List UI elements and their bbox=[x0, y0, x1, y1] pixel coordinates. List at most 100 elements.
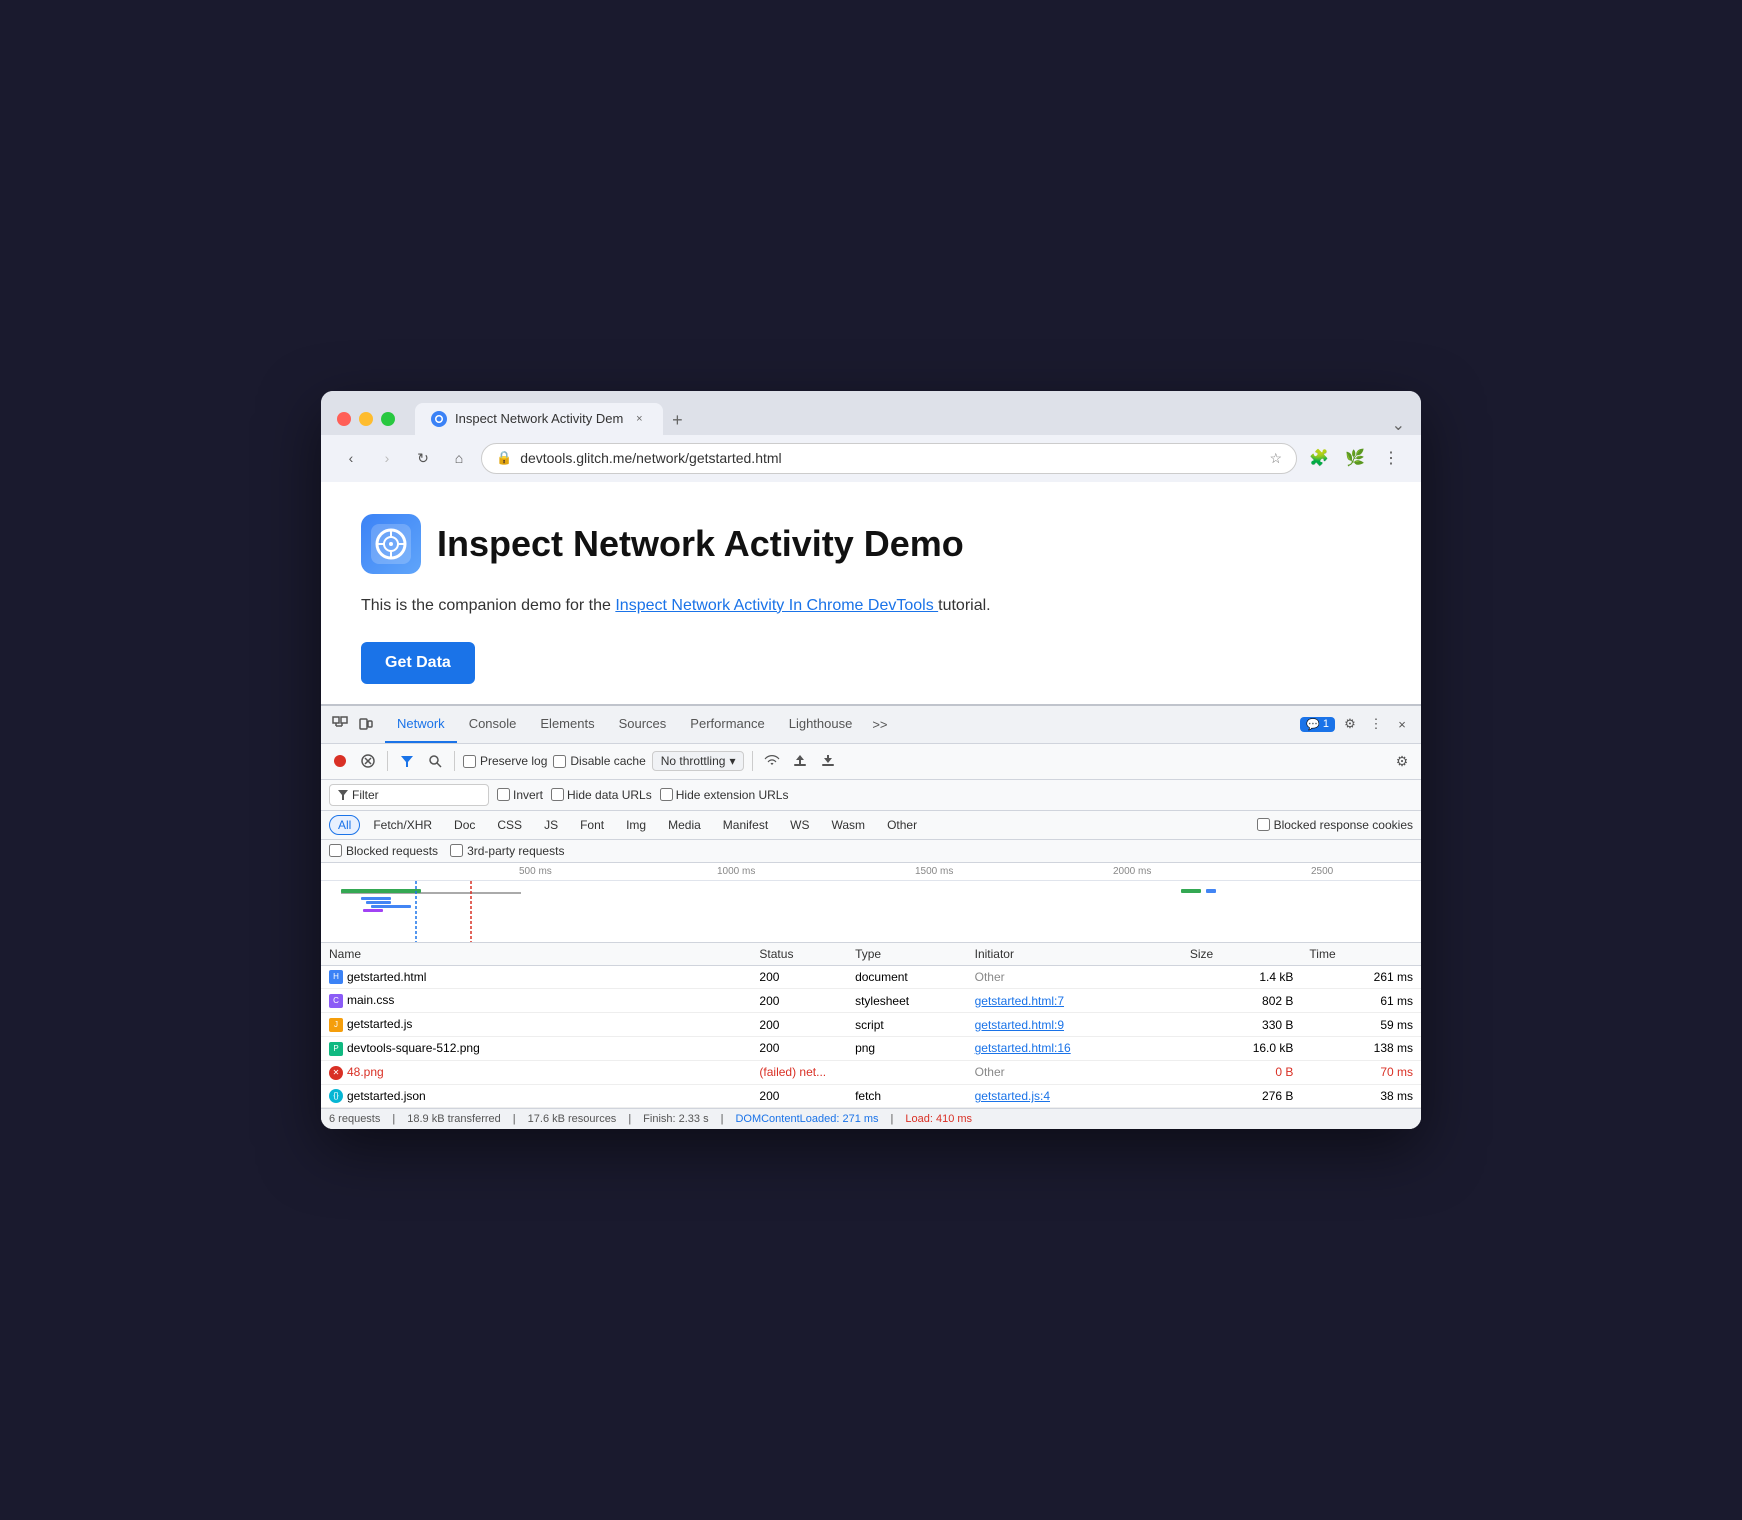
device-toolbar-icon[interactable] bbox=[355, 713, 377, 735]
filter-wasm[interactable]: Wasm bbox=[823, 815, 875, 835]
download-icon[interactable] bbox=[817, 750, 839, 772]
cell-name: Jgetstarted.js bbox=[321, 1013, 751, 1037]
status-requests: 6 requests bbox=[329, 1113, 380, 1125]
extensions-button[interactable]: 🧩 bbox=[1305, 444, 1333, 472]
filter-css[interactable]: CSS bbox=[488, 815, 531, 835]
network-table-body: Hgetstarted.html 200 document Other 1.4 … bbox=[321, 965, 1421, 1108]
devtools-settings-icon[interactable]: ⚙ bbox=[1339, 713, 1361, 735]
forward-button[interactable]: › bbox=[373, 444, 401, 472]
devtools-close-icon[interactable]: × bbox=[1391, 713, 1413, 735]
tab-console[interactable]: Console bbox=[457, 705, 529, 743]
filter-media[interactable]: Media bbox=[659, 815, 710, 835]
browser-tab[interactable]: Inspect Network Activity Dem × bbox=[415, 403, 663, 435]
toolbar-separator-3 bbox=[752, 751, 753, 771]
filter-manifest[interactable]: Manifest bbox=[714, 815, 777, 835]
filter-other[interactable]: Other bbox=[878, 815, 926, 835]
cell-initiator: Other bbox=[967, 965, 1182, 989]
header-time[interactable]: Time bbox=[1301, 943, 1421, 966]
filter-all[interactable]: All bbox=[329, 815, 360, 835]
cell-type: document bbox=[847, 965, 967, 989]
close-button[interactable] bbox=[337, 412, 351, 426]
hide-extension-urls-checkbox[interactable]: Hide extension URLs bbox=[660, 788, 789, 802]
filter-img[interactable]: Img bbox=[617, 815, 655, 835]
invert-checkbox[interactable]: Invert bbox=[497, 788, 543, 802]
table-row[interactable]: {}getstarted.json 200 fetch getstarted.j… bbox=[321, 1084, 1421, 1108]
extra-filters-bar: Blocked requests 3rd-party requests bbox=[321, 840, 1421, 863]
reload-button[interactable]: ↻ bbox=[409, 444, 437, 472]
throttle-dropdown[interactable]: No throttling ▾ bbox=[652, 751, 745, 771]
tabs-row: Inspect Network Activity Dem × + ⌄ bbox=[415, 403, 1405, 435]
filter-fetch-xhr[interactable]: Fetch/XHR bbox=[364, 815, 441, 835]
hide-data-urls-checkbox[interactable]: Hide data URLs bbox=[551, 788, 652, 802]
cell-name: Pdevtools-square-512.png bbox=[321, 1037, 751, 1061]
filter-input[interactable]: Filter bbox=[329, 784, 489, 806]
table-row[interactable]: Jgetstarted.js 200 script getstarted.htm… bbox=[321, 1013, 1421, 1037]
cell-status: (failed) net... bbox=[751, 1060, 847, 1084]
page-title: Inspect Network Activity Demo bbox=[437, 523, 964, 565]
address-bar[interactable]: 🔒 devtools.glitch.me/network/getstarted.… bbox=[481, 443, 1297, 474]
header-type[interactable]: Type bbox=[847, 943, 967, 966]
page-title-row: Inspect Network Activity Demo bbox=[361, 514, 1381, 574]
devtools-more-icon[interactable]: ⋮ bbox=[1365, 713, 1387, 735]
filter-font[interactable]: Font bbox=[571, 815, 613, 835]
cell-time: 261 ms bbox=[1301, 965, 1421, 989]
filter-toggle-button[interactable] bbox=[396, 750, 418, 772]
cell-type: png bbox=[847, 1037, 967, 1061]
record-stop-button[interactable] bbox=[329, 750, 351, 772]
filter-js[interactable]: JS bbox=[535, 815, 567, 835]
table-row[interactable]: Hgetstarted.html 200 document Other 1.4 … bbox=[321, 965, 1421, 989]
tab-performance[interactable]: Performance bbox=[678, 705, 776, 743]
clear-button[interactable] bbox=[357, 750, 379, 772]
minimize-button[interactable] bbox=[359, 412, 373, 426]
filter-ws[interactable]: WS bbox=[781, 815, 818, 835]
tab-lighthouse[interactable]: Lighthouse bbox=[777, 705, 865, 743]
third-party-checkbox[interactable]: 3rd-party requests bbox=[450, 844, 564, 858]
network-table-container: Name Status Type Initiator Size Time Hge… bbox=[321, 943, 1421, 1109]
get-data-button[interactable]: Get Data bbox=[361, 642, 475, 684]
console-badge[interactable]: 💬 1 bbox=[1300, 717, 1335, 732]
search-button[interactable] bbox=[424, 750, 446, 772]
header-name[interactable]: Name bbox=[321, 943, 751, 966]
blocked-cookies-checkbox[interactable]: Blocked response cookies bbox=[1257, 818, 1413, 832]
table-row[interactable]: ✕48.png (failed) net... Other 0 B 70 ms bbox=[321, 1060, 1421, 1084]
maximize-button[interactable] bbox=[381, 412, 395, 426]
network-settings-icon[interactable]: ⚙ bbox=[1391, 750, 1413, 772]
cell-type: fetch bbox=[847, 1084, 967, 1108]
upload-icon[interactable] bbox=[789, 750, 811, 772]
inspector-icon[interactable] bbox=[329, 713, 351, 735]
back-button[interactable]: ‹ bbox=[337, 444, 365, 472]
preserve-log-checkbox[interactable]: Preserve log bbox=[463, 754, 547, 768]
menu-button[interactable]: ⋮ bbox=[1377, 444, 1405, 472]
tab-close-button[interactable]: × bbox=[631, 411, 647, 427]
home-button[interactable]: ⌂ bbox=[445, 444, 473, 472]
tab-sources[interactable]: Sources bbox=[607, 705, 679, 743]
status-domcontent: DOMContentLoaded: 271 ms bbox=[735, 1113, 878, 1125]
header-initiator[interactable]: Initiator bbox=[967, 943, 1182, 966]
cell-status: 200 bbox=[751, 1013, 847, 1037]
more-tabs-button[interactable]: >> bbox=[864, 717, 895, 732]
table-row[interactable]: Pdevtools-square-512.png 200 png getstar… bbox=[321, 1037, 1421, 1061]
page-subtitle: This is the companion demo for the Inspe… bbox=[361, 594, 1381, 618]
header-size[interactable]: Size bbox=[1182, 943, 1302, 966]
tab-expand-button[interactable]: ⌄ bbox=[1392, 415, 1405, 435]
profile-button[interactable]: 🌿 bbox=[1341, 444, 1369, 472]
cell-initiator[interactable]: getstarted.html:7 bbox=[967, 989, 1182, 1013]
header-status[interactable]: Status bbox=[751, 943, 847, 966]
filter-doc[interactable]: Doc bbox=[445, 815, 484, 835]
timeline-tick-500: 500 ms bbox=[519, 866, 552, 877]
cell-size: 802 B bbox=[1182, 989, 1302, 1013]
tab-network[interactable]: Network bbox=[385, 705, 457, 743]
cell-initiator[interactable]: getstarted.html:16 bbox=[967, 1037, 1182, 1061]
blocked-requests-checkbox[interactable]: Blocked requests bbox=[329, 844, 438, 858]
status-separator-4: | bbox=[721, 1113, 724, 1125]
cell-initiator[interactable]: getstarted.js:4 bbox=[967, 1084, 1182, 1108]
bookmark-icon[interactable]: ☆ bbox=[1269, 450, 1282, 467]
wifi-icon[interactable] bbox=[761, 750, 783, 772]
cell-size: 1.4 kB bbox=[1182, 965, 1302, 989]
devtools-link[interactable]: Inspect Network Activity In Chrome DevTo… bbox=[615, 597, 938, 614]
cell-initiator[interactable]: getstarted.html:9 bbox=[967, 1013, 1182, 1037]
table-row[interactable]: Cmain.css 200 stylesheet getstarted.html… bbox=[321, 989, 1421, 1013]
tab-elements[interactable]: Elements bbox=[528, 705, 606, 743]
new-tab-button[interactable]: + bbox=[663, 407, 691, 435]
disable-cache-checkbox[interactable]: Disable cache bbox=[553, 754, 645, 768]
